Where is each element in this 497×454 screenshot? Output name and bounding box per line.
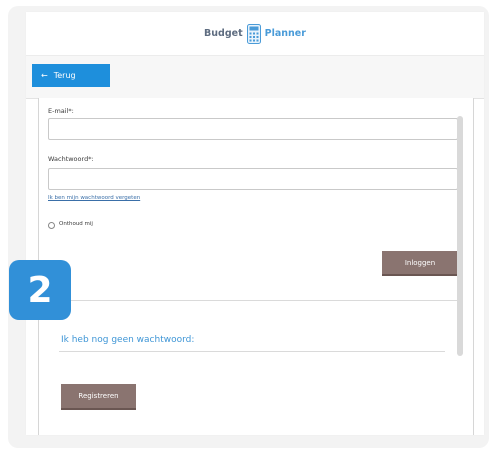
email-label: E-mail*:	[48, 107, 74, 115]
app-window: Budget Planner ← Terug E-mail*: Wachtwoo…	[26, 12, 484, 435]
password-field[interactable]	[48, 168, 458, 190]
register-section-title: Ik heb nog geen wachtwoord:	[61, 335, 195, 345]
remember-me-label: Onthoud mij	[59, 221, 93, 227]
logo-word-budget: Budget	[204, 28, 243, 39]
forgot-password-link[interactable]: Ik ben mijn wachtwoord vergeten	[48, 195, 140, 201]
calculator-icon	[246, 23, 261, 44]
back-button[interactable]: ← Terug	[32, 64, 110, 87]
login-button[interactable]: Inloggen	[382, 251, 458, 276]
register-title-underline	[59, 351, 445, 352]
login-form-panel: E-mail*: Wachtwoord*: Ik ben mijn wachtw…	[38, 98, 474, 435]
scrollbar[interactable]	[457, 116, 463, 356]
step-number-badge: 2	[9, 260, 71, 320]
register-button[interactable]: Registreren	[61, 384, 136, 410]
budget-planner-logo: Budget Planner	[204, 23, 306, 44]
app-header: Budget Planner	[26, 12, 484, 56]
remember-me-checkbox[interactable]	[48, 222, 55, 229]
arrow-left-icon: ←	[41, 71, 48, 80]
email-field[interactable]	[48, 118, 458, 140]
top-toolbar: ← Terug	[26, 56, 484, 99]
back-button-label: Terug	[53, 71, 76, 80]
password-label: Wachtwoord*:	[48, 155, 94, 163]
section-divider	[71, 300, 457, 301]
logo-word-planner: Planner	[264, 28, 306, 39]
